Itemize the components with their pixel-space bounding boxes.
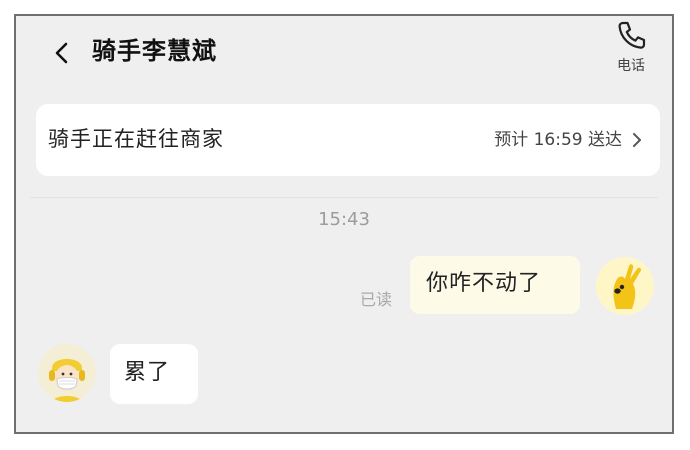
read-receipt: 已读 [360, 290, 393, 309]
page-title: 骑手李慧斌 [92, 37, 217, 65]
delivery-status-card[interactable]: 骑手正在赶往商家 预计 16:59 送达 [36, 104, 660, 176]
incoming-message-bubble[interactable]: 累了 [110, 344, 198, 404]
phone-icon [618, 21, 646, 49]
rider-avatar[interactable] [38, 344, 96, 402]
call-label: 电话 [617, 58, 645, 74]
divider [30, 197, 658, 198]
chat-screen: 骑手李慧斌 电话 骑手正在赶往商家 预计 16:59 送达 15:43 已读 你… [14, 14, 674, 434]
rider-avatar-icon [38, 344, 96, 402]
call-button[interactable]: 电话 [606, 19, 656, 85]
eta-link[interactable]: 预计 16:59 送达 [494, 127, 642, 153]
message-timestamp: 15:43 [318, 209, 370, 230]
user-avatar[interactable] [596, 257, 654, 315]
mascot-avatar-icon [596, 257, 654, 315]
chevron-left-icon [55, 42, 68, 64]
back-button[interactable] [50, 39, 74, 67]
chevron-right-icon [633, 133, 641, 147]
rider-status-text: 骑手正在赶往商家 [48, 127, 224, 151]
outgoing-message-bubble[interactable]: 你咋不动了 [410, 256, 580, 314]
eta-text: 预计 16:59 送达 [494, 130, 622, 150]
